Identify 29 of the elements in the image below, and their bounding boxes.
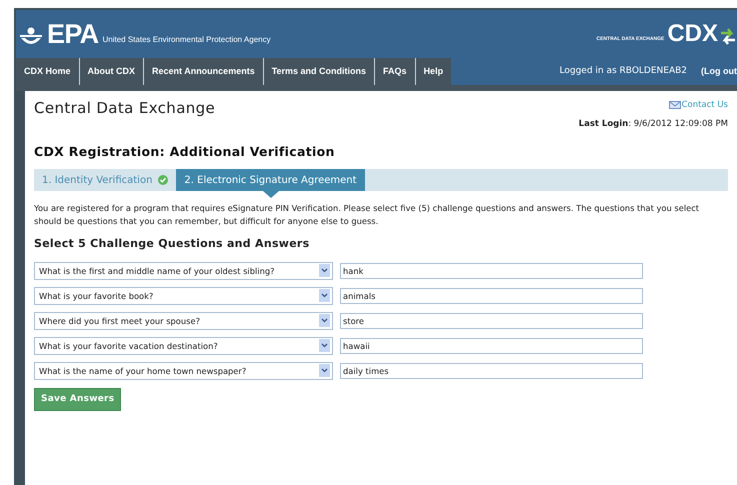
answer-field[interactable]: store (340, 312, 643, 329)
last-login: Last Login: 9/6/2012 12:09:08 PM (578, 118, 728, 130)
epa-logo: EPA (47, 20, 98, 48)
exchange-arrows-icon (721, 26, 735, 46)
registration-heading: CDX Registration: Additional Verification (34, 142, 336, 161)
answer-field[interactable]: hank (340, 262, 643, 279)
question-dropdown[interactable]: What is your favorite book? (34, 286, 333, 305)
answer-field[interactable]: animals (340, 288, 643, 304)
question-dropdown[interactable]: What is the name of your home town newspaper? (34, 362, 333, 380)
logout-link[interactable]: (Log out (701, 64, 737, 78)
nav-link[interactable]: CDX Home (16, 58, 79, 85)
nav-link[interactable]: Recent Announcements (143, 58, 263, 85)
question-dropdown[interactable]: What is the first and middle name of your oldest sibling? (34, 262, 333, 280)
page-title: Central Data Exchange (34, 98, 216, 119)
nav-link[interactable]: Terms and Conditions (262, 58, 374, 85)
nav-link[interactable]: FAQs (374, 58, 415, 85)
envelope-icon (668, 101, 681, 110)
logged-in-user: Logged in as RBOLDENEAB2 (560, 64, 688, 78)
question-dropdown[interactable]: Where did you first meet your spouse? (34, 312, 333, 330)
nav-link[interactable]: Help (414, 58, 452, 85)
nav-link[interactable]: About CDX (78, 58, 144, 85)
answer-field[interactable]: hawaii (340, 338, 643, 354)
cdx-logo: CDX (667, 22, 718, 46)
question-dropdown[interactable]: What is your favorite vacation destination? (34, 336, 333, 355)
agency-name: United States Environmental Protection Agency (102, 34, 271, 46)
section-title: Select 5 Challenge Questions and Answers (34, 236, 310, 252)
answer-field[interactable]: daily times (340, 362, 643, 379)
step-pointer (262, 191, 278, 198)
instructions-text: You are registered for a program that requires eSignature PIN Verification. Please select five (5) challenge questions and answers. The questions that you select should be questions that you can remember, but difficult for anyone else to guess. (34, 202, 700, 228)
